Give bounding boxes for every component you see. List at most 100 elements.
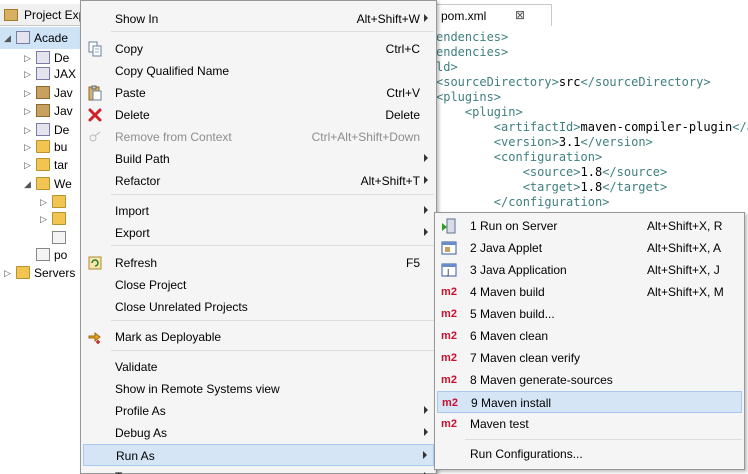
- xml-tag: </source>: [602, 165, 668, 179]
- menu-item-label: Close Unrelated Projects: [115, 300, 248, 314]
- run-as-item-3-java-application[interactable]: J 3 Java Application Alt+Shift+X, J: [437, 259, 742, 281]
- run-as-item-9-maven-install[interactable]: m2 9 Maven install: [437, 391, 742, 413]
- project-explorer-icon: [4, 9, 18, 21]
- menu-item-delete[interactable]: Delete Delete: [83, 104, 434, 126]
- menu-item-show-in[interactable]: Show In Alt+Shift+W: [83, 8, 434, 30]
- menu-item-validate[interactable]: Validate: [83, 356, 434, 378]
- menu-item-shortcut: Ctrl+V: [386, 86, 420, 100]
- java-application-icon: J: [441, 262, 457, 278]
- maven-icon: m2: [441, 308, 457, 320]
- menu-item-import[interactable]: Import: [83, 200, 434, 222]
- run-as-item-label: 6 Maven clean: [470, 329, 549, 343]
- collapsed-arrow-icon[interactable]: ▷: [4, 268, 14, 278]
- run-as-item-run-configurations[interactable]: Run Configurations...: [437, 443, 742, 465]
- xml-tag: </version>: [580, 135, 653, 149]
- run-as-item-label: 5 Maven build...: [470, 307, 555, 321]
- menu-item-refactor[interactable]: Refactor Alt+Shift+T: [83, 170, 434, 192]
- run-as-item-1-run-on-server[interactable]: 1 Run on Server Alt+Shift+X, R: [437, 215, 742, 237]
- collapsed-arrow-icon[interactable]: ▷: [24, 125, 34, 135]
- run-as-item-4-maven-build[interactable]: m2 4 Maven build Alt+Shift+X, M: [437, 281, 742, 303]
- menu-item-label: Copy Qualified Name: [115, 64, 230, 78]
- expanded-arrow-icon[interactable]: ◢: [4, 33, 14, 43]
- run-as-item-label: Run Configurations...: [470, 447, 583, 461]
- tree-item-label: JAX: [54, 67, 77, 81]
- folder-icon: [52, 195, 66, 208]
- menu-item-shortcut: Delete: [385, 108, 420, 122]
- tree-item[interactable]: ◢ Acade: [0, 27, 84, 49]
- submenu-arrow-icon: [423, 451, 427, 459]
- collapsed-arrow-icon[interactable]: ▷: [40, 214, 50, 224]
- code-line: <configuration>: [436, 150, 748, 165]
- menu-item-build-path[interactable]: Build Path: [83, 148, 434, 170]
- code-line: <plugin>: [436, 105, 748, 120]
- menu-item-export[interactable]: Export: [83, 222, 434, 244]
- menu-separator: [111, 320, 434, 321]
- menu-item-mark-as-deployable[interactable]: Mark as Deployable: [83, 326, 434, 348]
- collapsed-arrow-icon[interactable]: ▷: [24, 142, 34, 152]
- run-as-item-maven-test[interactable]: m2 Maven test: [437, 413, 742, 435]
- menu-item-paste[interactable]: Paste Ctrl+V: [83, 82, 434, 104]
- menu-separator: [111, 350, 434, 351]
- submenu-arrow-icon: [424, 14, 428, 22]
- collapsed-arrow-icon[interactable]: ▷: [24, 160, 34, 170]
- close-tab-icon[interactable]: ⊠: [515, 8, 525, 22]
- project-explorer-tab[interactable]: Project Exp: [0, 4, 85, 26]
- menu-item-run-as[interactable]: Run As: [83, 444, 434, 466]
- menu-item-label: Remove from Context: [115, 130, 232, 144]
- run-as-item-8-maven-generate-sources[interactable]: m2 8 Maven generate-sources: [437, 369, 742, 391]
- copy-icon: [87, 41, 103, 57]
- collapsed-arrow-icon[interactable]: ▷: [24, 53, 34, 63]
- file-icon: [36, 248, 50, 261]
- menu-separator: [111, 194, 434, 195]
- run-as-item-shortcut: Alt+Shift+X, M: [647, 285, 724, 299]
- menu-item-copy[interactable]: Copy Ctrl+C: [83, 38, 434, 60]
- collapsed-arrow-icon[interactable]: ▷: [24, 69, 34, 79]
- xml-tag: <version>: [436, 135, 559, 149]
- run-as-item-7-maven-clean-verify[interactable]: m2 7 Maven clean verify: [437, 347, 742, 369]
- run-as-item-5-maven-build[interactable]: m2 5 Maven build...: [437, 303, 742, 325]
- run-as-item-2-java-applet[interactable]: 2 Java Applet Alt+Shift+X, A: [437, 237, 742, 259]
- xml-tag: <source>: [436, 165, 581, 179]
- menu-item-shortcut: Alt+Shift+T: [360, 174, 420, 188]
- menu-item-show-in-remote-systems-view[interactable]: Show in Remote Systems view: [83, 378, 434, 400]
- menu-item-label: Profile As: [115, 404, 166, 418]
- menu-item-close-project[interactable]: Close Project: [83, 274, 434, 296]
- tree-item[interactable]: ▷ Servers: [0, 262, 84, 284]
- tree-item-label: Jav: [54, 104, 73, 118]
- menu-separator: [111, 245, 434, 246]
- library-icon: [36, 86, 50, 99]
- code-line: <plugins>: [436, 90, 748, 105]
- file-icon: [52, 231, 66, 244]
- xml-tag: endencies>: [436, 45, 509, 59]
- run-as-item-shortcut: Alt+Shift+X, J: [647, 263, 720, 277]
- menu-item-refresh[interactable]: Refresh F5: [83, 252, 434, 274]
- run-as-item-6-maven-clean[interactable]: m2 6 Maven clean: [437, 325, 742, 347]
- editor-tab-pom-xml[interactable]: pom.xml ⊠: [432, 4, 552, 26]
- menu-item-profile-as[interactable]: Profile As: [83, 400, 434, 422]
- menu-item-t[interactable]: T: [83, 466, 434, 474]
- expanded-arrow-icon[interactable]: ◢: [24, 179, 34, 189]
- deployable-icon: [87, 329, 103, 345]
- menu-item-label: Show in Remote Systems view: [115, 382, 280, 396]
- menu-item-close-unrelated-projects[interactable]: Close Unrelated Projects: [83, 296, 434, 318]
- collapsed-arrow-icon[interactable]: ▷: [24, 106, 34, 116]
- code-line: </configuration>: [436, 195, 748, 210]
- menu-separator: [465, 439, 742, 440]
- collapsed-arrow-icon[interactable]: ▷: [24, 88, 34, 98]
- collapsed-arrow-icon[interactable]: ▷: [40, 197, 50, 207]
- menu-item-label: Validate: [115, 360, 158, 374]
- code-line: <artifactId>maven-compiler-plugin</a: [436, 120, 748, 135]
- package-icon: [36, 67, 50, 80]
- xml-tag: <plugin>: [436, 105, 523, 119]
- submenu-arrow-icon: [424, 406, 428, 414]
- menu-item-debug-as[interactable]: Debug As: [83, 422, 434, 444]
- code-line: endencies>: [436, 45, 748, 60]
- menu-item-copy-qualified-name[interactable]: Copy Qualified Name: [83, 60, 434, 82]
- menu-item-label: Refactor: [115, 174, 161, 188]
- submenu-arrow-icon: [424, 206, 428, 214]
- xml-tag: <plugins>: [436, 90, 502, 104]
- editor-tab-label: pom.xml: [441, 9, 487, 23]
- menu-item-label: Build Path: [115, 152, 170, 166]
- code-area[interactable]: endencies> endencies> ld> <sourceDirectory>…: [436, 30, 748, 210]
- xml-tag: </a: [732, 120, 748, 134]
